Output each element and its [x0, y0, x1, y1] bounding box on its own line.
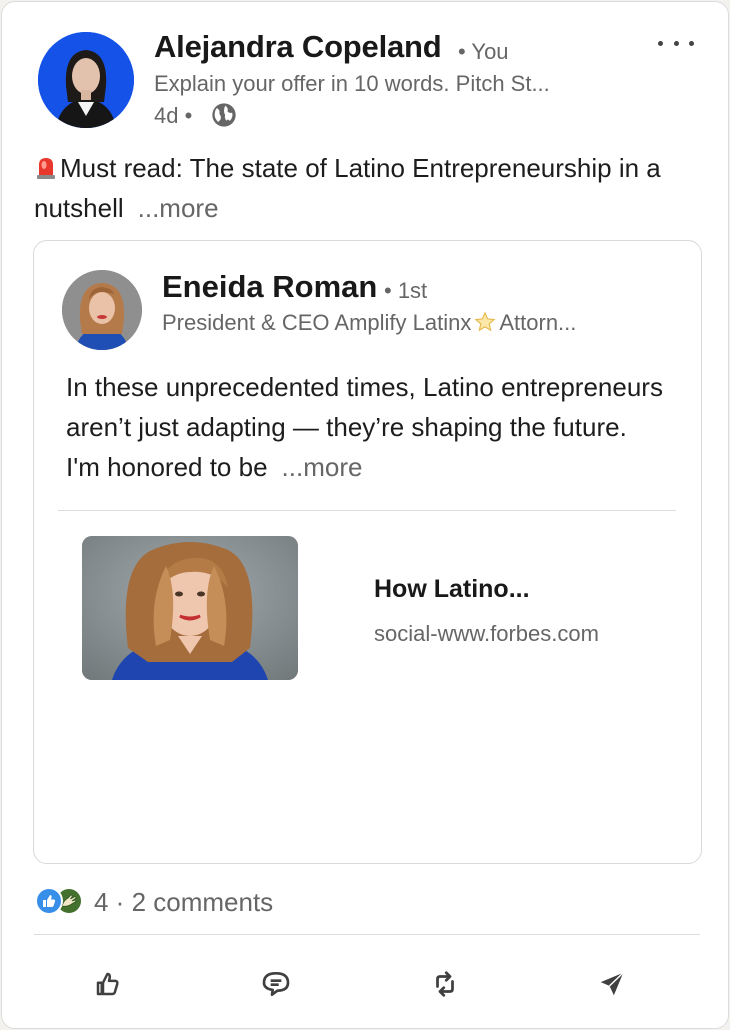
- see-more-link[interactable]: ...more: [138, 193, 219, 223]
- like-reaction-icon: [35, 887, 63, 915]
- commentary-text: Must read: The state of Latino Entrepren…: [34, 153, 661, 223]
- star-emoji: [474, 311, 496, 332]
- send-icon: [600, 972, 624, 996]
- divider: [34, 934, 700, 935]
- comment-button[interactable]: [256, 964, 296, 1004]
- reshared-see-more-link[interactable]: ...more: [282, 452, 363, 482]
- send-button[interactable]: [592, 964, 632, 1004]
- author-relation: • You: [458, 39, 509, 64]
- reshared-author-name[interactable]: Eneida Roman: [162, 269, 377, 305]
- reshared-text: In these unprecedented times, Latino ent…: [66, 367, 666, 487]
- post-timestamp[interactable]: 4d •: [154, 103, 192, 129]
- divider: [58, 510, 676, 511]
- author-name[interactable]: Alejandra Copeland: [154, 29, 442, 65]
- globe-icon: [212, 103, 236, 127]
- reshared-author-avatar[interactable]: [62, 270, 142, 350]
- like-icon: [96, 972, 119, 996]
- reactions-icons[interactable]: [35, 887, 83, 915]
- reshared-post[interactable]: Eneida Roman • 1st President & CEO Ampli…: [33, 240, 702, 864]
- comment-icon: [262, 972, 290, 996]
- headline-part-2: Attorn...: [499, 310, 577, 335]
- rotating-light-emoji: [37, 158, 55, 179]
- headline-part-1: President & CEO Amplify Latinx: [162, 310, 472, 335]
- more-options-icon[interactable]: [658, 32, 694, 54]
- repost-button[interactable]: [425, 964, 465, 1004]
- author-headline: Explain your offer in 10 words. Pitch St…: [154, 71, 550, 96]
- author-avatar[interactable]: [38, 32, 134, 128]
- reshared-body: In these unprecedented times, Latino ent…: [66, 372, 663, 482]
- repost-icon: [436, 971, 454, 997]
- connection-degree: • 1st: [384, 278, 428, 303]
- article-thumbnail[interactable]: [82, 536, 298, 680]
- post-commentary: Must read: The state of Latino Entrepren…: [34, 148, 704, 228]
- feed-post-card: Alejandra Copeland • You Explain your of…: [1, 1, 729, 1029]
- article-title[interactable]: How Latino...: [374, 575, 530, 604]
- like-button[interactable]: [88, 964, 128, 1004]
- reshared-author-headline: President & CEO Amplify Latinx Attorn...: [162, 310, 576, 336]
- social-counts[interactable]: 4 · 2 comments: [94, 887, 273, 918]
- article-source: social-www.forbes.com: [374, 621, 599, 646]
